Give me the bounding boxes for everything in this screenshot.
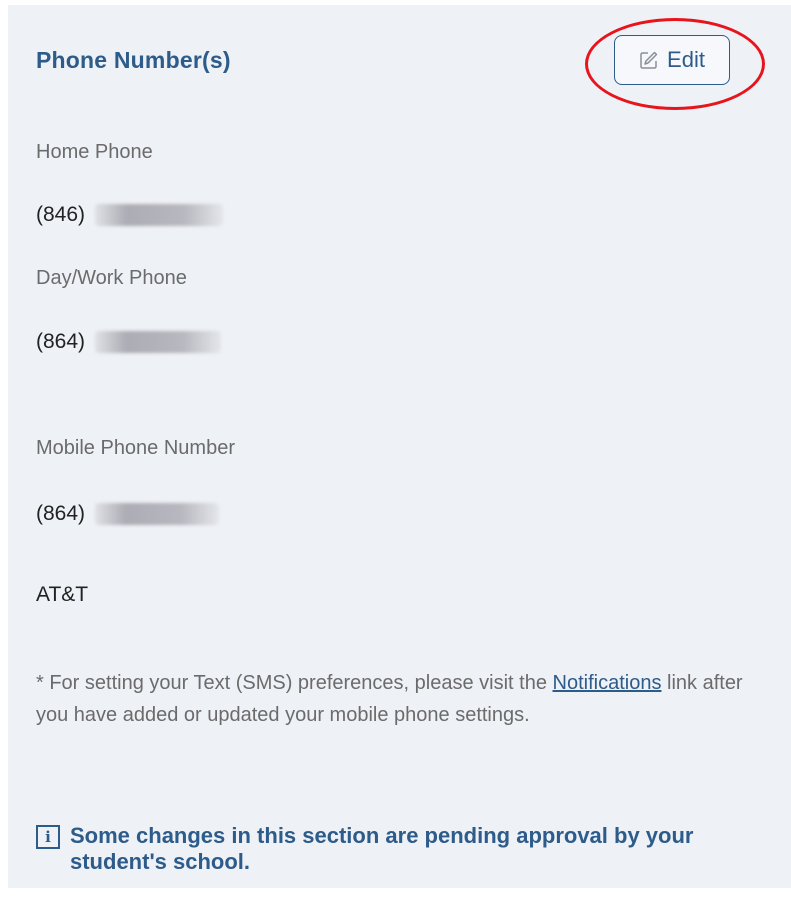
edit-button[interactable]: Edit: [614, 35, 730, 85]
home-phone-label: Home Phone: [36, 141, 153, 163]
footnote-prefix: * For setting your Text (SMS) preference…: [36, 672, 553, 694]
work-phone-area-code: (864): [36, 330, 86, 353]
home-phone-area-code: (846): [36, 203, 86, 226]
home-phone-value: (846): [36, 203, 224, 227]
work-phone-label: Day/Work Phone: [36, 267, 187, 289]
pending-approval-text: Some changes in this section are pending…: [70, 823, 694, 874]
section-title: Phone Number(s): [36, 47, 231, 73]
sms-footnote: * For setting your Text (SMS) preference…: [36, 667, 756, 731]
edit-button-label: Edit: [667, 47, 705, 72]
phone-numbers-card: Phone Number(s) Edit Home Phone (846) Da…: [8, 5, 791, 888]
pending-approval-notice: i Some changes in this section are pendi…: [36, 823, 766, 875]
redacted-number: [95, 331, 222, 353]
redacted-number: [95, 204, 224, 226]
edit-icon: [639, 50, 659, 70]
mobile-carrier: AT&T: [36, 583, 89, 606]
mobile-phone-value: (864): [36, 502, 220, 526]
info-icon: i: [36, 825, 60, 849]
mobile-phone-area-code: (864): [36, 502, 86, 525]
mobile-phone-label: Mobile Phone Number: [36, 437, 235, 459]
work-phone-value: (864): [36, 330, 222, 354]
notifications-link[interactable]: Notifications: [553, 672, 662, 694]
redacted-number: [95, 503, 220, 525]
